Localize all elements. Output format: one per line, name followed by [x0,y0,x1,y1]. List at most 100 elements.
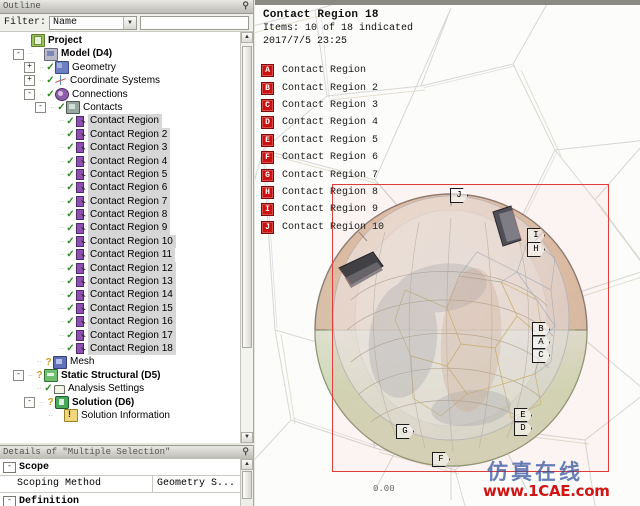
tree-item[interactable]: ·· ✓ Analysis Settings [0,382,241,395]
check-status-icon: ✓ [66,209,75,221]
tree-item[interactable]: ·· ✓ Contact Region 4 [0,154,241,168]
scroll-down-icon[interactable]: ▼ [241,432,253,443]
legend-badge: H [261,185,274,199]
legend-row: I Contact Region 9 [261,201,384,218]
tree-item[interactable]: ·· ✓ Contact Region 13 [0,275,241,289]
tree-item[interactable]: - ·· ✓ Contacts [0,101,241,115]
tree-item[interactable]: ·· ✓ Contact Region 9 [0,221,241,235]
cregion-icon [75,303,87,314]
pin-icon[interactable]: ⚲ [242,446,249,459]
outline-caption-text: Outline [3,1,41,11]
filter-search-box[interactable] [140,15,249,34]
check-status-icon: ✓ [66,316,75,328]
legend-row: A Contact Region [261,62,384,79]
scroll-up-icon[interactable]: ▲ [241,459,253,470]
scale-bar-zero-label: 0.00 [373,484,395,494]
details-section-header[interactable]: - Definition [0,493,241,506]
tree-connector: ·· [58,183,65,193]
question-status-icon: ? [36,369,43,381]
tree-item[interactable]: ·· Solution Information [0,408,241,423]
graphics-viewport[interactable]: Contact Region 18 Items: 10 of 18 indica… [255,0,640,506]
expand-icon[interactable]: + [24,61,35,73]
collapse-icon[interactable]: - [24,88,35,100]
tree-item[interactable]: ·· ✓ Contact Region [0,114,241,128]
collapse-icon[interactable]: - [24,396,35,408]
tree-connector: ·· [58,250,65,260]
tree-item[interactable]: ·· ✓ Contact Region 17 [0,328,241,342]
collapse-icon[interactable]: - [35,102,46,114]
cregion-icon [75,209,87,221]
tree-item[interactable]: - ··? Static Structural (D5) [0,368,241,382]
tree-item-label: Analysis Settings [68,383,145,395]
collapse-icon[interactable]: - [13,369,24,381]
tree-item[interactable]: ··? Mesh [0,355,241,369]
details-property-value[interactable]: Geometry S... [153,476,241,492]
tree-connector: ·· [58,277,65,287]
details-vertical-scrollbar[interactable]: ▲ [240,459,253,506]
tree-item[interactable]: ·· ✓ Contact Region 18 [0,341,241,356]
tree-item[interactable]: ·· ✓ Contact Region 5 [0,167,241,182]
tree-item[interactable]: - ·· Model (D4) [0,47,241,61]
chevron-down-icon[interactable]: ▼ [123,16,137,29]
details-scrollbar-thumb[interactable] [242,471,252,499]
tree-item[interactable]: ·· ✓ Contact Region 2 [0,127,241,142]
check-status-icon: ✓ [46,88,55,100]
tree-item[interactable]: - ·· ✓ Connections [0,87,241,101]
outline-panel: Outline ⚲ Filter: Name ▼ Project - ·· Model… [0,0,254,443]
expand-icon[interactable]: + [24,75,35,87]
tree-item[interactable]: ·· ✓ Contact Region 12 [0,261,241,276]
outline-vertical-scrollbar[interactable]: ▲ ▼ [240,32,253,443]
tree-item[interactable]: ·· ✓ Contact Region 16 [0,315,241,329]
tree-item[interactable]: ·· ✓ Contact Region 15 [0,301,241,316]
static-icon [44,368,58,382]
tree-connector: ·· [38,62,45,72]
tree-item-label: Contact Region [88,114,162,128]
tree-item[interactable]: ·· ✓ Contact Region 11 [0,248,241,262]
collapse-icon[interactable]: - [3,495,16,506]
tree-connector: ·· [58,169,65,179]
tree-connector: ·· [58,317,65,327]
tree-item[interactable]: + ·· ✓ Coordinate Systems [0,74,241,87]
tree-item-label: Solution Information [81,409,170,421]
outline-scrollbar-thumb[interactable] [242,46,252,348]
tree-connector: ·· [38,397,45,407]
tree-item-label: Contact Region 2 [88,127,171,142]
legend-label: Contact Region 5 [282,134,379,146]
filter-type-dropdown[interactable]: Name ▼ [49,15,138,30]
cregion-icon [75,222,87,234]
tree-item[interactable]: ·· ✓ Contact Region 10 [0,234,241,249]
tree-connector: ·· [58,196,65,206]
tree-connector: ·· [49,102,56,112]
tree-item[interactable]: ·· ✓ Contact Region 3 [0,141,241,155]
pin-icon[interactable]: ⚲ [242,0,249,13]
cregion-icon [75,128,87,140]
check-status-icon: ✓ [66,182,75,194]
legend-badge: F [261,151,274,165]
filter-type-value: Name [53,17,78,28]
tree-item[interactable]: ·· ✓ Contact Region 6 [0,181,241,195]
tree-connector: ·· [58,330,65,340]
tree-item[interactable]: Project [0,34,241,48]
project-icon [31,34,45,48]
details-property-row[interactable]: Scoping Method Geometry S... [0,476,241,493]
tree-item-label: Contact Region 15 [88,301,176,316]
scroll-up-icon[interactable]: ▲ [241,32,253,43]
details-section-label: Definition [19,495,80,506]
tree-item[interactable]: ·· ✓ Contact Region 8 [0,208,241,222]
legend-row: E Contact Region 5 [261,132,384,149]
tree-item[interactable]: - ··? Solution (D6) [0,395,241,409]
details-section-header[interactable]: - Scope [0,459,241,476]
legend-label: Contact Region 10 [282,221,385,233]
tree-item[interactable]: ·· ✓ Contact Region 14 [0,288,241,302]
tree-item[interactable]: + ·· ✓ Geometry [0,60,241,74]
tree-item[interactable]: ·· ✓ Contact Region 7 [0,194,241,209]
collapse-icon[interactable]: - [3,461,16,473]
collapse-icon[interactable]: - [13,48,24,60]
